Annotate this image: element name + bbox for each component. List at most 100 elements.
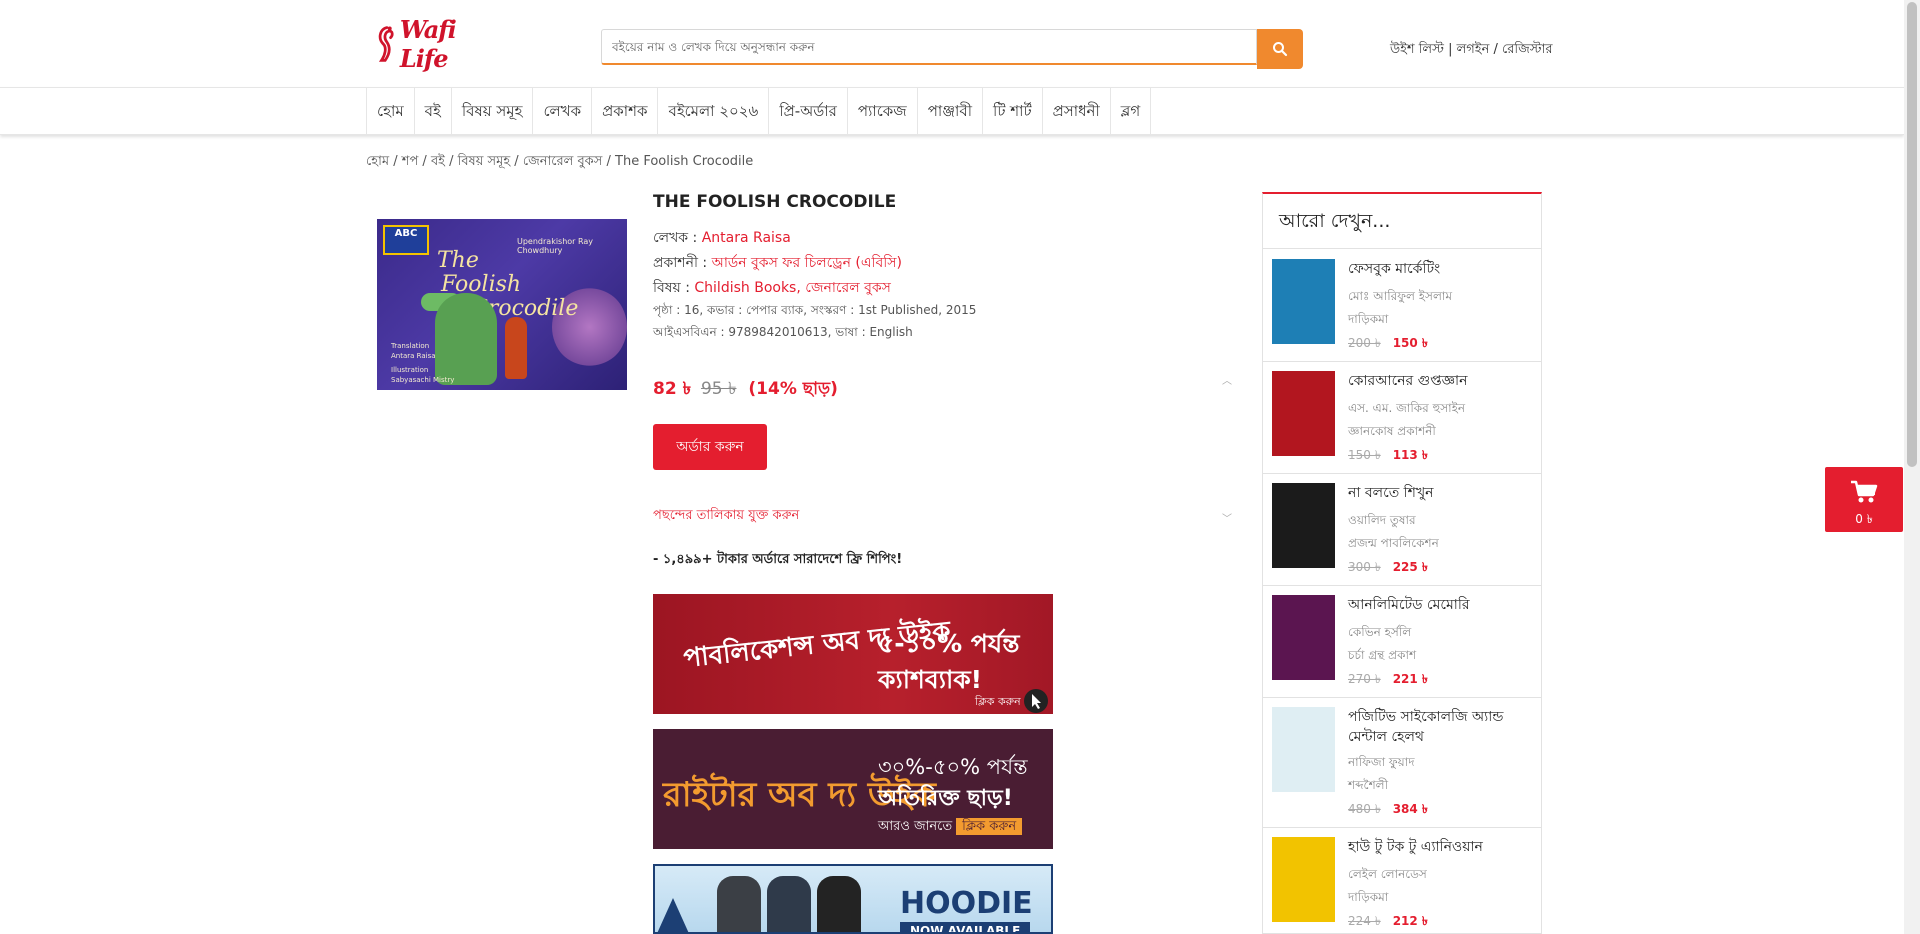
book-thumbnail xyxy=(1272,595,1335,680)
product-title: THE FOOLISH CROCODILE xyxy=(653,192,897,212)
publisher-label: প্রকাশনী : xyxy=(653,255,708,271)
subject-link-childish[interactable]: Childish Books xyxy=(694,280,796,296)
nav-item-home[interactable]: হোম xyxy=(367,88,415,134)
separator: / xyxy=(1493,42,1498,57)
nav-item-package[interactable]: প্যাকেজ xyxy=(848,88,918,134)
old-price: 150 ৳ xyxy=(1348,448,1381,462)
old-price: 300 ৳ xyxy=(1348,560,1381,574)
book-publisher: চর্চা গ্রন্থ প্রকাশ xyxy=(1348,648,1417,662)
nav-item-subjects[interactable]: বিষয় সমূহ xyxy=(452,88,534,134)
search-input[interactable] xyxy=(601,29,1257,65)
hoodie-image xyxy=(767,876,811,932)
banner-right-text: অতিরিক্ত ছাড়! xyxy=(878,786,1013,811)
book-name: না বলতে শিখুন xyxy=(1348,485,1434,501)
floating-cart-button[interactable]: 0 ৳ xyxy=(1825,467,1903,532)
breadcrumb-home[interactable]: হোম xyxy=(366,154,389,169)
nav-item-blog[interactable]: ব্লগ xyxy=(1111,88,1152,134)
related-book-item[interactable]: কোরআনের গুপ্তজ্ঞান এস. এম. জাকির হুসাইন … xyxy=(1263,362,1541,474)
book-name: আনলিমিটেড মেমোরি xyxy=(1348,597,1470,613)
wishlist-link[interactable]: উইশ লিস্ট xyxy=(1390,42,1444,57)
book-cover-image[interactable]: ABC Upendrakishor Ray Chowdhury The Fool… xyxy=(377,219,627,390)
nav-item-cosmetics[interactable]: প্রসাধনী xyxy=(1043,88,1111,134)
login-link[interactable]: লগইন xyxy=(1457,42,1490,57)
chevron-up-icon[interactable]: ︿ xyxy=(1222,372,1232,387)
new-price: 212 ৳ xyxy=(1392,914,1428,928)
author-row: লেখক : Antara Raisa xyxy=(653,226,791,250)
subject-link-general[interactable]: জেনারেল বুকস xyxy=(805,280,891,296)
nav-item-tshirt[interactable]: টি শার্ট xyxy=(983,88,1043,134)
cover-credits: Translation Antara Raisa Illustration Sa… xyxy=(391,341,454,385)
nav-list: হোম বই বিষয় সমূহ লেখক প্রকাশক বইমেলা ২০… xyxy=(366,88,1152,134)
book-author: নাফিজা ফুয়াদ xyxy=(1348,755,1415,769)
book-author: লেইল লোনডেস xyxy=(1348,867,1427,881)
nav-item-publishers[interactable]: প্রকাশক xyxy=(592,88,659,134)
breadcrumb-shop[interactable]: শপ xyxy=(402,154,419,169)
book-thumbnail xyxy=(1272,259,1335,344)
order-button[interactable]: অর্ডার করুন xyxy=(653,424,767,470)
publications-week-banner[interactable]: পাবলিকেশন্স অব দ্য উইক ৫-১০% পর্যন্ত ক্য… xyxy=(653,594,1053,714)
nav-item-panjabi[interactable]: পাঞ্জাবী xyxy=(918,88,984,134)
banner-click-label: ক্লিক করুন xyxy=(956,818,1023,835)
old-price: 224 ৳ xyxy=(1348,914,1381,928)
book-author: কেভিন হর্সলি xyxy=(1348,625,1412,639)
book-author: মোঃ আরিফুল ইসলাম xyxy=(1348,289,1453,303)
credit-name: Sabyasachi Mistry xyxy=(391,376,455,384)
book-publisher: জ্ঞানকোষ প্রকাশনী xyxy=(1348,424,1436,438)
nav-item-bookfair[interactable]: বইমেলা ২০২৬ xyxy=(658,88,770,134)
related-book-item[interactable]: আনলিমিটেড মেমোরি কেভিন হর্সলি চর্চা গ্রন… xyxy=(1263,586,1541,698)
book-publisher: প্রজন্ম পাবলিকেশন xyxy=(1348,536,1439,550)
related-books-sidebar: আরো দেখুন... ফেসবুক মার্কেটিং মোঃ আরিফুল… xyxy=(1262,192,1542,934)
credit-label: Translation xyxy=(391,342,430,350)
book-price: 200 ৳ 150 ৳ xyxy=(1348,335,1428,355)
hoodie-subtitle: NOW AVAILABLE xyxy=(900,922,1031,932)
banner-right-text: ক্যাশব্যাক! xyxy=(878,665,983,694)
book-thumbnail xyxy=(1272,483,1335,568)
details-line: পৃষ্ঠা : 16, কভার : পেপার ব্যাক, সংস্করণ… xyxy=(653,303,977,317)
chevron-down-icon[interactable]: ﹀ xyxy=(1222,510,1232,525)
nav-item-authors[interactable]: লেখক xyxy=(533,88,593,134)
publisher-link[interactable]: আর্ডন বুকস ফর চিলড্রেন (এবিসি) xyxy=(712,255,902,271)
author-link[interactable]: Antara Raisa xyxy=(702,230,791,246)
book-name: পজিটিভ সাইকোলজি অ্যান্ড মেন্টাল হেলথ xyxy=(1348,709,1504,745)
scrollbar-thumb[interactable] xyxy=(1907,2,1917,467)
cursor-icon xyxy=(1024,689,1048,713)
new-price: 150 ৳ xyxy=(1392,336,1428,350)
hoodie-banner[interactable]: HOODIE NOW AVAILABLE xyxy=(653,864,1053,934)
hoodie-title: HOODIE xyxy=(900,886,1033,921)
discount-label: (14% ছাড়) xyxy=(748,379,838,399)
cover-title-line: The xyxy=(437,248,479,273)
related-book-item[interactable]: না বলতে শিখুন ওয়ালিদ তুষার প্রজন্ম পাবল… xyxy=(1263,474,1541,586)
cart-icon xyxy=(1851,480,1878,503)
search-button[interactable] xyxy=(1257,29,1303,69)
search-bar xyxy=(601,29,1304,69)
shipping-note: - ১,৪৯৯+ টাকার অর্ডারে সারাদেশে ফ্রি শিপ… xyxy=(653,552,903,567)
book-price: 300 ৳ 225 ৳ xyxy=(1348,559,1428,579)
book-publisher: দাড়িকমা xyxy=(1348,890,1389,904)
nav-item-preorder[interactable]: প্রি-অর্ডার xyxy=(769,88,848,134)
search-icon xyxy=(1273,42,1288,57)
add-to-wishlist-link[interactable]: পছন্দের তালিকায় যুক্ত করুন xyxy=(653,506,799,527)
related-book-item[interactable]: হাউ টু টক টু এ্যানিওয়ান লেইল লোনডেস দাড… xyxy=(1263,828,1541,933)
related-book-item[interactable]: পজিটিভ সাইকোলজি অ্যান্ড মেন্টাল হেলথ নাফ… xyxy=(1263,698,1541,828)
breadcrumb-books[interactable]: বই xyxy=(431,154,445,169)
book-author: ওয়ালিদ তুষার xyxy=(1348,513,1416,527)
breadcrumb-subjects[interactable]: বিষয় সমূহ xyxy=(458,154,511,169)
related-book-item[interactable]: ফেসবুক মার্কেটিং মোঃ আরিফুল ইসলাম দাড়িক… xyxy=(1263,250,1541,362)
banner-click-label: ক্লিক করুন xyxy=(975,695,1021,708)
site-header: Wafi Life উইশ লিস্ট | লগইন / রেজিস্টার xyxy=(0,0,1904,88)
nav-item-books[interactable]: বই xyxy=(415,88,452,134)
breadcrumb-general-books[interactable]: জেনারেল বুকস xyxy=(523,154,603,169)
book-publisher: দাড়িকমা xyxy=(1348,312,1389,326)
book-name: কোরআনের গুপ্তজ্ঞান xyxy=(1348,373,1468,389)
book-author: এস. এম. জাকির হুসাইন xyxy=(1348,401,1466,415)
isbn-line: আইএসবিএন : 9789842010613, ভাষা : English xyxy=(653,325,913,339)
book-price: 270 ৳ 221 ৳ xyxy=(1348,671,1428,691)
cart-amount: 0 ৳ xyxy=(1855,512,1873,526)
logo[interactable]: Wafi Life xyxy=(376,15,501,73)
publisher-row: প্রকাশনী : আর্ডন বুকস ফর চিলড্রেন (এবিসি… xyxy=(653,251,902,275)
tree-shape xyxy=(655,898,691,932)
book-thumbnail xyxy=(1272,837,1335,922)
breadcrumb: হোম / শপ / বই / বিষয় সমূহ / জেনারেল বুক… xyxy=(366,154,754,169)
writer-week-banner[interactable]: রাইটার অব দ্য উইক ৩০%-৫০% পর্যন্ত অতিরিক… xyxy=(653,729,1053,849)
register-link[interactable]: রেজিস্টার xyxy=(1502,42,1553,57)
